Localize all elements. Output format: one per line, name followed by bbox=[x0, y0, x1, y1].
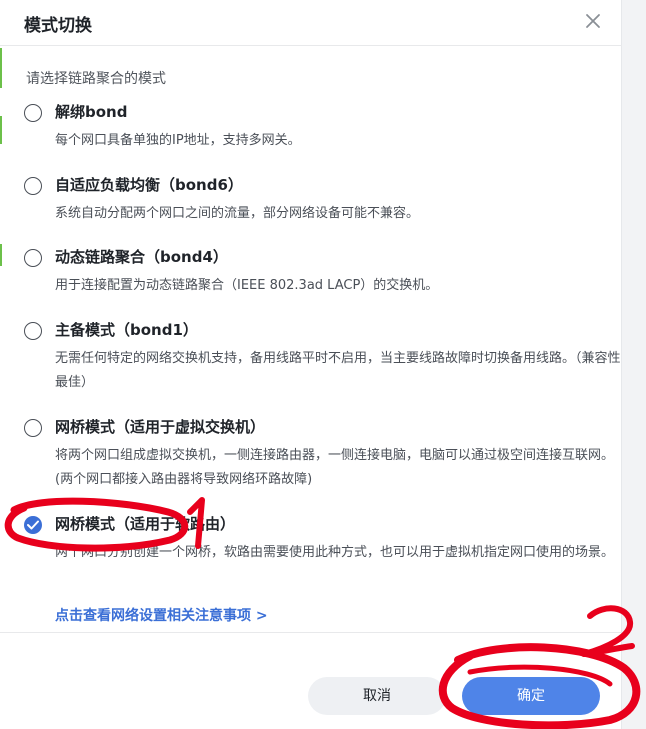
network-notes-link[interactable]: 点击查看网络设置相关注意事项 > bbox=[55, 605, 268, 625]
left-accent-top bbox=[0, 48, 2, 88]
option-desc: 两个网口分别创建一个网桥，软路由需要使用此种方式，也可以用于虚拟机指定网口使用的… bbox=[55, 545, 615, 560]
radio-bridge-softrouter[interactable] bbox=[24, 516, 42, 534]
cancel-button[interactable]: 取消 bbox=[308, 677, 446, 715]
option-desc: 用于连接配置为动态链路聚合（IEEE 802.3ad LACP）的交换机。 bbox=[55, 278, 439, 293]
radio-unbind[interactable] bbox=[24, 104, 42, 122]
option-title: 动态链路聚合（bond4） bbox=[55, 248, 228, 266]
confirm-button[interactable]: 确定 bbox=[462, 677, 600, 715]
option-title: 主备模式（bond1） bbox=[55, 321, 198, 339]
radio-bond4[interactable] bbox=[24, 249, 42, 267]
close-button[interactable] bbox=[580, 8, 606, 34]
mode-switch-dialog: 模式切换 请选择链路聚合的模式 解绑bond 每个网口具备单独的IP地址，支持多… bbox=[0, 0, 622, 729]
radio-bridge-vswitch[interactable] bbox=[24, 419, 42, 437]
option-desc: 无需任何特定的网络交换机支持，备用线路平时不启用，当主要线路故障时切换备用线路。… bbox=[55, 351, 621, 390]
option-desc: 每个网口具备单独的IP地址，支持多网关。 bbox=[55, 133, 301, 148]
dialog-header: 模式切换 bbox=[0, 0, 622, 46]
option-title: 自适应负载均衡（bond6） bbox=[55, 176, 243, 194]
dialog-footer: 取消 确定 bbox=[0, 632, 622, 729]
option-desc: 系统自动分配两个网口之间的流量，部分网络设备可能不兼容。 bbox=[55, 206, 420, 221]
left-accent-mid bbox=[0, 116, 2, 144]
radio-bond6[interactable] bbox=[24, 177, 42, 195]
option-desc: 将两个网口组成虚拟交换机，一侧连接路由器，一侧连接电脑，电脑可以通过极空间连接互… bbox=[55, 448, 615, 487]
dialog-title: 模式切换 bbox=[24, 16, 92, 36]
radio-bond1[interactable] bbox=[24, 322, 42, 340]
option-title: 网桥模式（适用于软路由） bbox=[55, 515, 236, 533]
option-title: 解绑bond bbox=[55, 103, 128, 121]
mode-prompt: 请选择链路聚合的模式 bbox=[26, 71, 166, 87]
check-icon bbox=[27, 520, 39, 530]
close-icon bbox=[586, 14, 600, 28]
option-title: 网桥模式（适用于虚拟交换机） bbox=[55, 418, 266, 436]
left-accent-low bbox=[0, 244, 2, 266]
